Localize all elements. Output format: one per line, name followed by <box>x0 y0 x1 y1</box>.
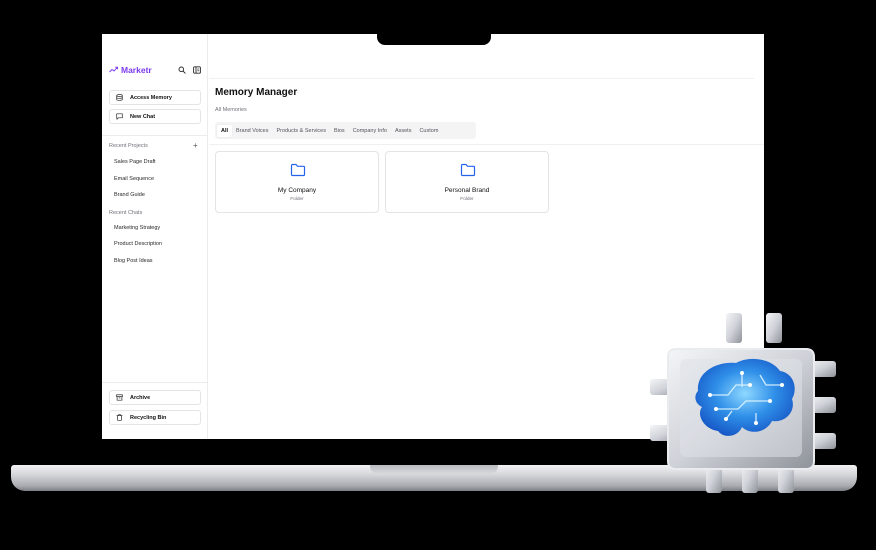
divider <box>102 135 208 136</box>
chat-item[interactable]: Product Description <box>114 241 162 247</box>
tab-bios[interactable]: Bios <box>330 125 349 137</box>
divider <box>102 382 208 383</box>
new-chat-button[interactable]: New Chat <box>109 109 201 124</box>
archive-label: Archive <box>130 394 151 401</box>
folder-card-personal-brand[interactable]: Personal Brand Folder <box>385 151 549 213</box>
ai-brain-chip-icon <box>650 313 836 493</box>
folder-icon <box>290 163 306 177</box>
project-item[interactable]: Brand Guide <box>114 192 145 198</box>
folder-name: Personal Brand <box>444 187 490 194</box>
brand-row: Marketr <box>109 64 201 76</box>
tab-custom[interactable]: Custom <box>415 125 442 137</box>
access-memory-label: Access Memory <box>130 94 172 101</box>
database-icon <box>116 94 123 101</box>
project-item[interactable]: Email Sequence <box>114 176 154 182</box>
tab-company-info[interactable]: Company Info <box>349 125 391 137</box>
recycling-bin-button[interactable]: Recycling Bin <box>109 410 201 425</box>
recent-chats-title: Recent Chats <box>109 210 143 216</box>
brand-name: Marketr <box>121 65 152 75</box>
category-tabs: All Brand Voices Products & Services Bio… <box>215 122 476 139</box>
tab-products-services[interactable]: Products & Services <box>272 125 330 137</box>
breadcrumb: All Memories <box>215 107 247 113</box>
archive-icon <box>116 394 123 401</box>
folder-type: Folder <box>290 197 304 202</box>
tabs-divider <box>209 144 764 145</box>
access-memory-button[interactable]: Access Memory <box>109 90 201 105</box>
camera-notch <box>377 30 491 45</box>
chat-item[interactable]: Blog Post Ideas <box>114 258 153 264</box>
folder-card-my-company[interactable]: My Company Folder <box>215 151 379 213</box>
tab-assets[interactable]: Assets <box>391 125 416 137</box>
new-chat-label: New Chat <box>130 113 156 120</box>
search-icon[interactable] <box>178 66 186 74</box>
header-divider <box>209 78 754 79</box>
project-item[interactable]: Sales Page Draft <box>114 159 156 165</box>
sidebar-toggle-icon[interactable] <box>193 66 201 74</box>
tab-brand-voices[interactable]: Brand Voices <box>232 125 272 137</box>
recent-projects-title: Recent Projects <box>109 143 148 149</box>
chat-bubble-icon <box>116 113 123 120</box>
archive-button[interactable]: Archive <box>109 390 201 405</box>
folder-icon <box>460 163 476 177</box>
trending-up-icon <box>109 66 118 75</box>
folder-type: Folder <box>460 197 474 202</box>
chat-item[interactable]: Marketing Strategy <box>114 225 160 231</box>
tab-all[interactable]: All <box>217 124 233 137</box>
laptop-hinge-notch <box>370 465 498 474</box>
plus-icon[interactable]: + <box>193 142 198 150</box>
sidebar: Marketr Access Memory New Chat Recent Pr… <box>102 34 208 439</box>
page-title: Memory Manager <box>215 87 298 98</box>
recycling-bin-label: Recycling Bin <box>130 414 167 421</box>
folder-name: My Company <box>277 187 317 194</box>
trash-icon <box>116 414 123 421</box>
